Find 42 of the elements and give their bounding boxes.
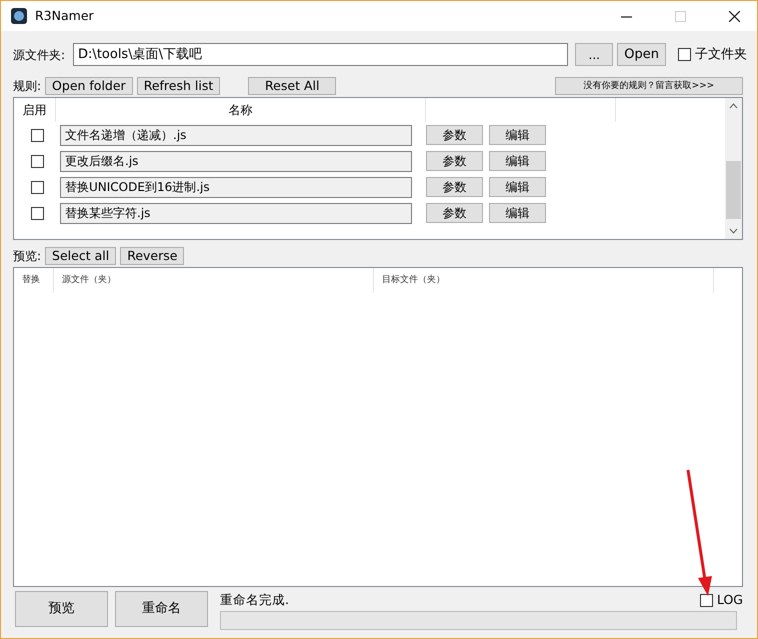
edit-button[interactable]: 编辑: [489, 125, 546, 145]
scrollbar[interactable]: [725, 98, 742, 239]
path-field[interactable]: D:\tools\桌面\下载吧: [73, 43, 568, 66]
column-header: 替换: [14, 268, 54, 293]
column-header: 名称: [56, 98, 426, 122]
app-icon: [11, 8, 27, 24]
column-header: 目标文件（夹）: [374, 268, 714, 293]
rule-name-field: 更改后缀名.js: [60, 150, 412, 172]
preview-button[interactable]: 预览: [15, 591, 108, 627]
parameters-button[interactable]: 参数: [426, 177, 483, 197]
rule-name-field: 替换UNICODE到16进制.js: [60, 176, 412, 198]
toolbar-button[interactable]: Reverse: [120, 247, 184, 265]
open-button[interactable]: Open: [617, 43, 666, 66]
edit-button[interactable]: 编辑: [489, 177, 546, 197]
request-rule-button[interactable]: 没有你要的规则？留言获取>>>: [555, 77, 743, 95]
parameters-button[interactable]: 参数: [426, 125, 483, 145]
parameters-button[interactable]: 参数: [426, 203, 483, 223]
close-icon[interactable]: [728, 10, 740, 22]
enable-checkbox[interactable]: [30, 206, 44, 220]
enable-checkbox[interactable]: [30, 180, 44, 194]
enable-checkbox[interactable]: [30, 154, 44, 168]
column-header: 启用: [14, 98, 56, 122]
toolbar-button[interactable]: Open folder: [45, 77, 133, 95]
toolbar-button[interactable]: Reset All: [248, 77, 336, 95]
log-checkbox[interactable]: LOG: [700, 590, 743, 610]
status-text: 重命名完成.: [220, 590, 290, 609]
window-title: R3Namer: [35, 6, 95, 25]
browse-button[interactable]: ...: [575, 43, 614, 66]
subfolder-checkbox[interactable]: 子文件夹: [678, 44, 747, 64]
enable-checkbox[interactable]: [30, 128, 44, 142]
parameters-button[interactable]: 参数: [426, 151, 483, 171]
edit-button[interactable]: 编辑: [489, 203, 546, 223]
column-header: 源文件（夹）: [54, 268, 374, 293]
section-label: 规则:: [13, 78, 42, 95]
toolbar-button[interactable]: Refresh list: [136, 77, 220, 95]
rule-name-field: 文件名递增（递减）.js: [60, 124, 412, 146]
section-label: 预览:: [13, 248, 42, 265]
toolbar-button[interactable]: Select all: [45, 247, 116, 265]
rule-name-field: 替换某些字符.js: [60, 202, 412, 224]
edit-button[interactable]: 编辑: [489, 151, 546, 171]
rename-button[interactable]: 重命名: [115, 591, 208, 627]
field-label: 源文件夹:: [13, 46, 66, 64]
